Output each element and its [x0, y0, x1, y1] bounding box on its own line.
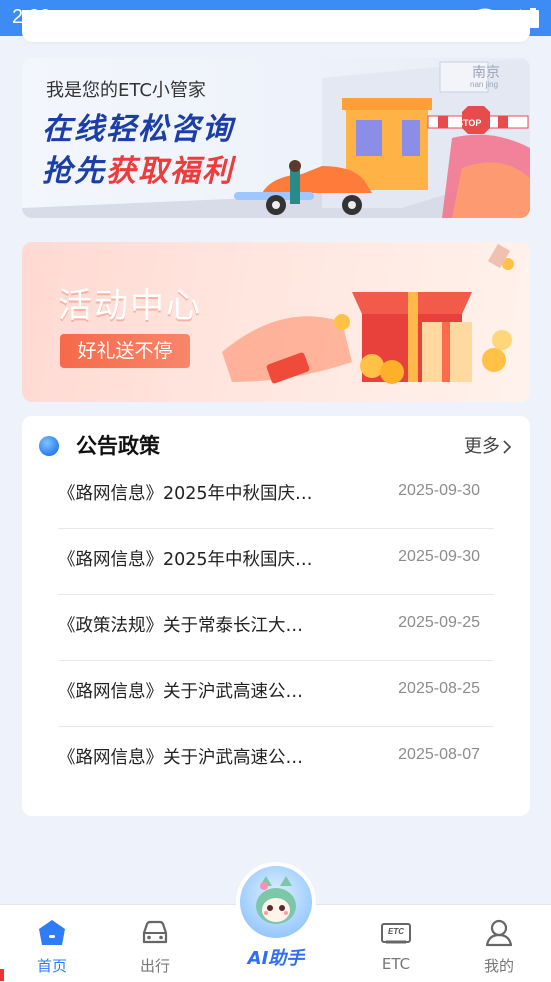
notice-item[interactable]: 《路网信息》2025年中秋国庆… 2025-09-30: [58, 528, 494, 595]
stop-sign-text: STOP: [457, 118, 482, 128]
etc-banner-headline-2-prefix: 抢先: [42, 154, 106, 189]
etc-assistant-banner[interactable]: 南京 nan jing STOP 我是您的ETC小管家 在线轻松咨询 抢先获取福…: [22, 58, 530, 218]
activity-center-banner[interactable]: 活动中心 好礼送不停: [22, 242, 530, 402]
ai-assistant-label[interactable]: AI助手: [236, 944, 316, 970]
notice-item-title: 《路网信息》关于沪武高速公…: [58, 748, 303, 768]
top-card-remnant: [22, 10, 530, 42]
tab-home[interactable]: 首页: [12, 905, 92, 982]
chevron-right-icon: [503, 440, 512, 454]
notice-item-date: 2025-09-25: [398, 614, 480, 631]
car-icon: [142, 920, 168, 944]
notice-item-title: 《路网信息》关于沪武高速公…: [58, 682, 303, 702]
notice-item-title: 《路网信息》2025年中秋国庆…: [58, 550, 313, 570]
ai-assistant-button[interactable]: [240, 866, 312, 938]
tab-home-label: 首页: [36, 957, 67, 975]
activity-banner-title: 活动中心: [58, 286, 202, 326]
tab-travel[interactable]: 出行: [115, 905, 195, 982]
notice-item[interactable]: 《路网信息》关于沪武高速公… 2025-08-25: [58, 660, 494, 727]
mascot-icon: [256, 876, 296, 924]
notice-section-title: 公告政策: [76, 434, 160, 458]
etc-banner-headline-2: 抢先获取福利: [42, 146, 234, 190]
etc-banner-headline-1: 在线轻松咨询: [42, 112, 234, 147]
tab-etc-label: ETC: [381, 955, 411, 973]
activity-banner-tag: 好礼送不停: [60, 334, 190, 368]
section-dot-icon: [39, 436, 59, 456]
tab-etc[interactable]: ETC ETC: [356, 905, 436, 982]
notice-item[interactable]: 《路网信息》关于沪武高速公… 2025-08-07: [58, 726, 494, 792]
notice-item-date: 2025-09-30: [398, 548, 480, 565]
place-sign-pinyin: nan jing: [470, 80, 499, 89]
place-sign-text: 南京: [472, 65, 500, 81]
tab-mine-label: 我的: [483, 957, 514, 975]
notice-item[interactable]: 《政策法规》关于常泰长江大… 2025-09-25: [58, 594, 494, 661]
etc-banner-headline-2-highlight: 获取福利: [106, 154, 234, 189]
etc-icon-text: ETC: [388, 927, 404, 936]
notice-policy-card: 公告政策 更多 《路网信息》2025年中秋国庆… 2025-09-30 《路网信…: [22, 416, 530, 816]
edge-indicator: [0, 969, 4, 981]
notice-item-date: 2025-09-30: [398, 482, 480, 499]
tab-travel-label: 出行: [139, 957, 170, 975]
user-icon: [485, 919, 513, 947]
etc-banner-subtitle: 我是您的ETC小管家: [46, 80, 206, 101]
notice-item[interactable]: 《路网信息》2025年中秋国庆… 2025-09-30: [58, 462, 494, 529]
notice-item-title: 《路网信息》2025年中秋国庆…: [58, 484, 313, 504]
tab-mine[interactable]: 我的: [459, 905, 539, 982]
notice-item-date: 2025-08-07: [398, 746, 480, 763]
more-label: 更多: [464, 436, 500, 457]
notice-item-title: 《政策法规》关于常泰长江大…: [58, 616, 303, 636]
home-icon: [39, 920, 65, 945]
notice-item-date: 2025-08-25: [398, 680, 480, 697]
more-link[interactable]: 更多: [464, 432, 512, 458]
